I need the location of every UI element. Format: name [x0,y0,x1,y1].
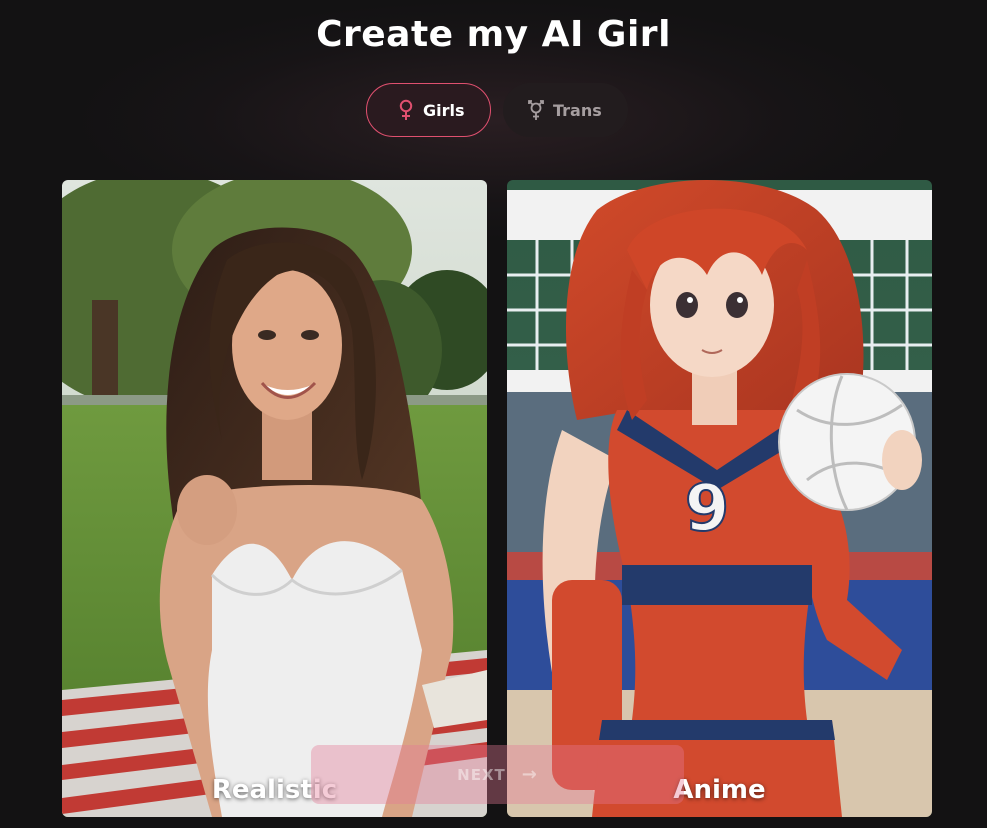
female-icon [399,99,413,120]
next-button-label: NEXT [457,765,506,784]
page-title: Create my AI Girl [316,14,671,55]
transgender-icon [528,100,544,120]
girls-toggle-label: Girls [423,100,465,120]
style-card-anime[interactable]: 9 Anime [507,180,932,817]
trans-toggle-label: Trans [553,100,602,120]
next-button[interactable]: NEXT → [311,745,684,804]
anime-illustration: 9 [507,180,932,817]
svg-text:9: 9 [685,472,730,546]
realistic-photo [62,180,487,817]
style-card-realistic[interactable]: Realistic [62,180,487,817]
girls-toggle-button[interactable]: Girls [366,83,491,137]
trans-toggle-button[interactable]: Trans [503,83,628,137]
page: Create my AI Girl Girls Trans Realistic … [0,0,987,828]
arrow-right-icon: → [521,764,538,785]
